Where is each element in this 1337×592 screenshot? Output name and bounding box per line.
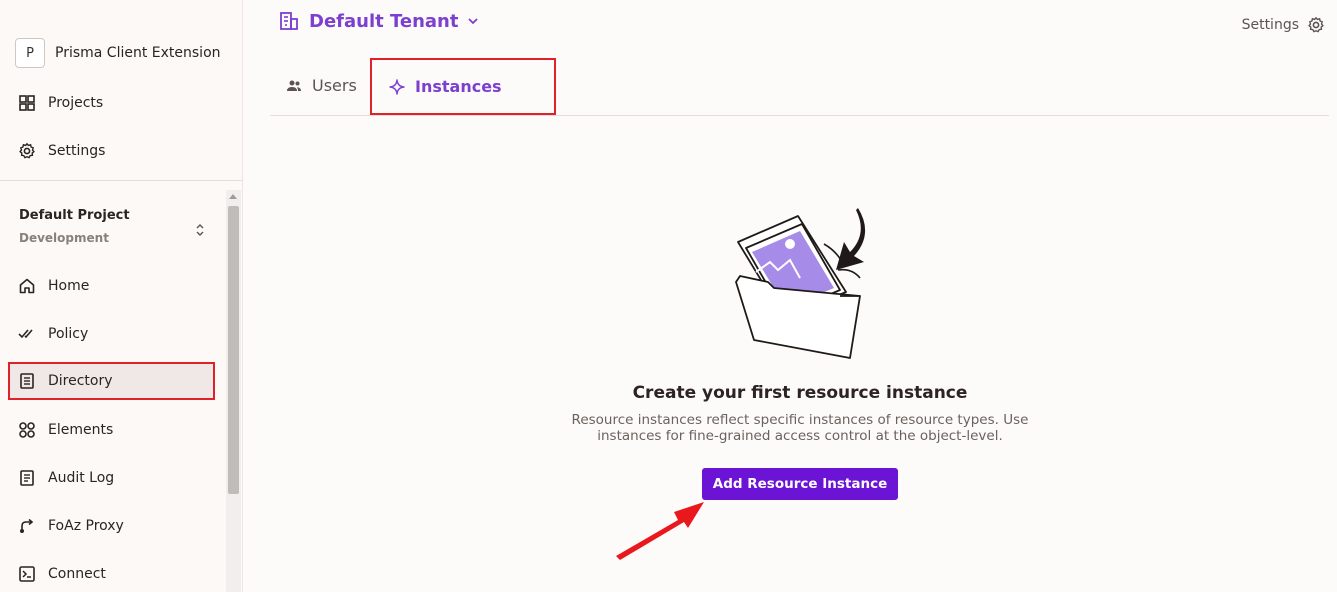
empty-folder-illustration — [735, 208, 866, 359]
organization-avatar: P — [15, 38, 45, 68]
tab-label: Users — [312, 76, 357, 95]
nav-item-home[interactable]: Home — [10, 268, 214, 304]
scroll-up-arrow-icon[interactable] — [229, 194, 237, 199]
audit-log-icon — [20, 470, 34, 486]
directory-tabs: Users Instances — [270, 56, 1329, 116]
nav-item-label: FoAz Proxy — [48, 518, 124, 534]
proxy-icon — [20, 518, 34, 533]
header-settings-label: Settings — [1241, 17, 1299, 33]
chevron-down-icon — [468, 18, 479, 25]
nav-item-settings[interactable]: Settings — [10, 133, 214, 169]
add-resource-instance-button[interactable]: Add Resource Instance — [702, 468, 898, 500]
sidebar-divider — [0, 180, 242, 181]
organization-name: Prisma Client Extension — [55, 45, 221, 61]
sidebar-scrollbar[interactable] — [226, 190, 241, 592]
header-settings-link[interactable]: Settings — [1242, 16, 1325, 34]
chevron-up-down-icon — [196, 224, 204, 236]
scrollbar-thumb[interactable] — [228, 206, 239, 494]
nav-item-label: Directory — [48, 373, 113, 389]
nav-item-label: Home — [48, 278, 90, 294]
elements-icon — [19, 422, 35, 438]
users-icon — [287, 80, 301, 91]
nav-item-label: Policy — [48, 326, 89, 342]
nav-item-projects[interactable]: Projects — [10, 85, 214, 121]
nav-item-connect[interactable]: Connect — [10, 556, 214, 592]
building-icon — [280, 12, 298, 30]
double-check-icon — [18, 329, 33, 339]
gear-icon — [1308, 16, 1324, 33]
sparkle-icon — [389, 78, 405, 95]
nav-item-elements[interactable]: Elements — [10, 412, 214, 448]
empty-state-title: Create your first resource instance — [632, 383, 968, 403]
nav-item-label: Connect — [48, 566, 106, 582]
nav-item-label: Settings — [48, 143, 106, 159]
organization-switcher[interactable]: P Prisma Client Extension — [15, 38, 221, 68]
tab-label: Instances — [415, 77, 502, 96]
nav-item-policy[interactable]: Policy — [10, 316, 214, 352]
home-icon — [19, 278, 35, 294]
nav-item-label: Projects — [48, 95, 104, 111]
grid-icon — [19, 95, 35, 111]
gear-icon — [19, 142, 35, 159]
tenant-name: Default Tenant — [309, 10, 459, 32]
tenant-switcher[interactable]: Default Tenant — [278, 10, 479, 32]
project-switcher[interactable]: Default Project Development — [19, 208, 209, 245]
nav-item-label: Audit Log — [48, 470, 115, 486]
empty-state-description: Resource instances reflect specific inst… — [571, 412, 1029, 444]
terminal-icon — [19, 566, 35, 582]
tab-users[interactable]: Users — [286, 56, 357, 115]
sidebar: P Prisma Client Extension Projects Setti… — [0, 0, 243, 592]
nav-item-label: Elements — [48, 422, 114, 438]
nav-item-audit-log[interactable]: Audit Log — [10, 460, 214, 496]
annotation-arrow-icon — [616, 502, 704, 560]
nav-item-foaz-proxy[interactable]: FoAz Proxy — [10, 508, 214, 544]
project-name: Default Project — [19, 208, 130, 223]
directory-icon — [20, 373, 34, 389]
tab-instances[interactable]: Instances — [370, 58, 556, 115]
nav-item-directory[interactable]: Directory — [8, 362, 215, 400]
project-environment: Development — [19, 231, 109, 245]
